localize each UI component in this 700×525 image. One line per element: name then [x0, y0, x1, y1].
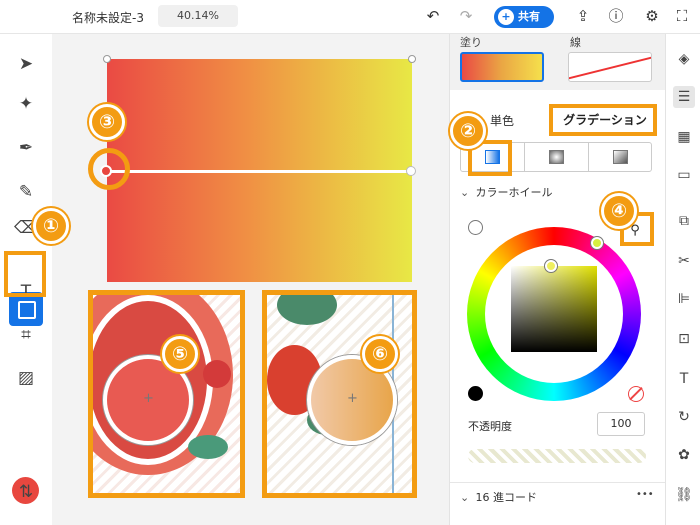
- gradient-line[interactable]: [107, 170, 412, 173]
- pencil-tool-icon[interactable]: ✎: [12, 178, 40, 206]
- color-picker-knob[interactable]: [545, 260, 557, 272]
- crosshair-icon: +: [143, 391, 154, 406]
- link-icon[interactable]: ⛓: [673, 484, 695, 506]
- hex-section-label: 16 進コード: [475, 491, 538, 504]
- color-wheel-section-toggle[interactable]: ⌄ カラーホイール: [460, 184, 553, 200]
- selection-handle[interactable]: [408, 55, 416, 63]
- undo-icon[interactable]: ↶: [423, 6, 443, 26]
- align-icon[interactable]: ⊫: [673, 288, 695, 310]
- export-icon[interactable]: ⇪: [573, 6, 593, 26]
- pen-tool-icon[interactable]: ✒: [12, 134, 40, 162]
- opacity-label: 不透明度: [468, 420, 512, 433]
- more-options-icon[interactable]: •••: [636, 489, 654, 500]
- share-label: 共有: [518, 10, 540, 23]
- tab-solid[interactable]: 単色: [490, 112, 514, 129]
- share-button[interactable]: + 共有: [494, 6, 554, 28]
- callout-3: ③: [89, 104, 125, 140]
- freeform-gradient-icon: [613, 150, 628, 164]
- arrange-icon[interactable]: ⧉: [673, 210, 695, 232]
- top-bar: 名称未設定-3 40.14% ↶ ↷ + 共有 ⇪ ⓘ ⚙ ⛶: [0, 0, 700, 34]
- saturation-value-square[interactable]: [511, 266, 597, 352]
- crop-tool-icon[interactable]: ⌗: [12, 321, 40, 349]
- stroke-swatch[interactable]: [568, 52, 652, 82]
- selection-handle[interactable]: [103, 55, 111, 63]
- leaf: [277, 295, 337, 325]
- document-title[interactable]: 名称未設定-3: [72, 9, 144, 26]
- direct-select-tool-icon[interactable]: ✦: [12, 90, 40, 118]
- user-add-icon: +: [498, 9, 514, 25]
- callout-box-gradient-tab: [549, 104, 657, 136]
- white-swatch[interactable]: [468, 220, 483, 235]
- gear-icon[interactable]: ⚙: [642, 6, 662, 26]
- stroke-label: 線: [570, 36, 581, 49]
- right-icon-rail: ◈ ☰ ▦ ▭ ⧉ ✂ ⊫ ⊡ T ↻ ✿ ⛓: [665, 34, 700, 525]
- radial-gradient-icon: [549, 150, 564, 164]
- opacity-input[interactable]: 100: [597, 412, 645, 436]
- help-icon[interactable]: ⓘ: [606, 6, 626, 26]
- properties-icon[interactable]: ☰: [673, 86, 695, 108]
- scissors-icon[interactable]: ✂: [673, 250, 695, 272]
- color-wheel-section-label: カラーホイール: [475, 186, 553, 199]
- freeform-gradient-button[interactable]: [589, 143, 653, 171]
- hex-code-section[interactable]: ⌄ 16 進コード •••: [450, 482, 666, 508]
- hex-section-toggle: ⌄ 16 進コード: [460, 489, 537, 505]
- callout-5: ⑤: [162, 336, 198, 372]
- chevron-down-icon: ⌄: [460, 491, 470, 504]
- redo-icon[interactable]: ↷: [456, 6, 476, 26]
- eyedropper-zoom-panel-2: +: [262, 290, 417, 498]
- eyedropper-zoom-panel-1: +: [88, 290, 245, 498]
- callout-box-rectangle-tool: [4, 251, 46, 297]
- fill-stroke-header: 塗り 線: [450, 34, 666, 90]
- callout-4: ④: [601, 193, 637, 229]
- radial-gradient-button[interactable]: [525, 143, 589, 171]
- libraries-icon[interactable]: ▦: [673, 126, 695, 148]
- fill-label: 塗り: [460, 36, 482, 49]
- swap-colors-icon[interactable]: ⇅: [12, 478, 40, 506]
- crosshair-icon: +: [347, 391, 358, 406]
- path-icon[interactable]: ↻: [673, 406, 695, 428]
- hue-knob[interactable]: [591, 237, 603, 249]
- comments-icon[interactable]: ▭: [673, 164, 695, 186]
- callout-1: ①: [33, 208, 69, 244]
- layers-icon[interactable]: ◈: [673, 48, 695, 70]
- zoom-level[interactable]: 40.14%: [158, 5, 238, 27]
- chevron-down-icon: ⌄: [460, 186, 470, 199]
- settings-icon[interactable]: ✿: [673, 444, 695, 466]
- opacity-slider[interactable]: [468, 449, 646, 463]
- select-tool-icon[interactable]: ➤: [12, 50, 40, 78]
- callout-6: ⑥: [362, 336, 398, 372]
- strawberry: [203, 360, 231, 388]
- fullscreen-icon[interactable]: ⛶: [672, 6, 692, 26]
- callout-ring-gradient-start: [88, 148, 130, 190]
- fill-swatch[interactable]: [460, 52, 544, 82]
- callout-2: ②: [450, 113, 486, 149]
- no-color-swatch[interactable]: [628, 386, 644, 402]
- type-icon[interactable]: T: [673, 368, 695, 390]
- image-tool-icon[interactable]: ▨: [12, 364, 40, 392]
- transform-icon[interactable]: ⊡: [673, 328, 695, 350]
- black-swatch[interactable]: [468, 386, 483, 401]
- leaf: [188, 435, 228, 459]
- gradient-end-handle[interactable]: [406, 166, 416, 176]
